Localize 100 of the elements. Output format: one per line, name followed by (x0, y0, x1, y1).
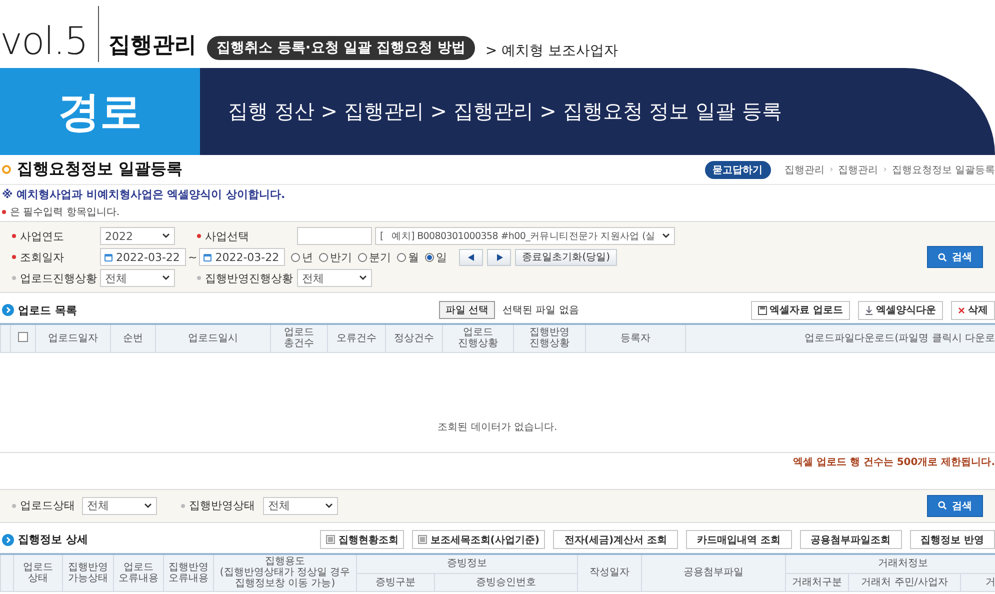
toolbar-button[interactable]: 엑셀양식다운 (858, 300, 943, 320)
caret-icon (325, 502, 333, 508)
toolbar-button[interactable]: 카드매입내역 조회 (686, 530, 792, 549)
topic-badge: 집행취소 등록·요청 일괄 집행요청 방법 (206, 36, 476, 60)
section-heading: 업로드 목록 (18, 302, 77, 318)
column-header: 집행용도 (집행반영상태가 정상일 경우 집행정보창 이동 가능) (214, 554, 356, 592)
column-header: 업로드파일다운로드(파일명 클릭시 다운로 (686, 325, 995, 352)
file-status: 선택된 파일 없음 (502, 304, 580, 317)
period-radio[interactable]: 월 (397, 250, 420, 264)
select-all-checkbox[interactable] (18, 332, 28, 342)
chevron-icon (2, 534, 14, 546)
breadcrumb-item[interactable]: 집행요청정보 일괄등록 (892, 162, 995, 176)
toolbar-button[interactable]: 집행현황조회 (320, 530, 404, 549)
column-header: 집행반영 진행상황 (514, 325, 586, 352)
calendar-icon[interactable] (203, 252, 212, 262)
caret-icon (662, 233, 670, 239)
period-radio[interactable]: 년 (291, 250, 314, 264)
section-heading: 집행정보 상세 (18, 532, 88, 547)
column-header: 업로드 진행상황 (442, 325, 514, 352)
period-radio[interactable]: 분기 (358, 250, 392, 264)
reset-date-button[interactable]: 종료일초기화(당일) (515, 248, 618, 266)
required-note: 은 필수입력 항목입니다. (10, 206, 120, 219)
calendar-icon[interactable] (104, 252, 113, 262)
column-header: 거 (960, 574, 995, 592)
required-dot-icon (2, 210, 6, 214)
file-select-button[interactable]: 파일 선택 (439, 301, 495, 319)
search-button[interactable]: 검색 (927, 246, 983, 268)
range-separator: ~ (188, 250, 198, 264)
save-icon (758, 306, 767, 314)
bullet-icon (2, 165, 11, 174)
period-radio[interactable]: 일 (425, 250, 448, 264)
column-header: 업로드 오류내용 (114, 554, 164, 592)
period-radio[interactable]: 반기 (319, 250, 352, 264)
empty-message: 조회된 데이터가 없습니다. (438, 420, 558, 434)
input-field[interactable] (297, 227, 372, 245)
date-field[interactable]: 2022-03-22 (199, 248, 286, 266)
column-header: 업로드 상태 (14, 554, 62, 592)
banner-path: 집행 정산 > 집행관리 > 집행관리 > 집행요청 정보 일괄 등록 (228, 98, 782, 125)
chevron-icon (2, 304, 14, 316)
caret-icon (144, 502, 152, 508)
list-icon (326, 535, 336, 544)
next-button[interactable] (487, 248, 512, 266)
caret-icon (162, 275, 170, 281)
field-label: 사업연도 (20, 228, 64, 244)
column-header: 거래처구분 (786, 574, 848, 592)
breadcrumb-separator: › (883, 164, 887, 174)
download-icon (865, 306, 873, 314)
column-header: 오류건수 (328, 325, 386, 352)
column-header: 등록자 (586, 325, 686, 352)
toolbar-button[interactable]: 삭제 (951, 300, 995, 320)
date-field[interactable]: 2022-03-22 (100, 248, 186, 266)
field-label: 업로드상태 (20, 498, 75, 513)
breadcrumb-item[interactable]: 집행관리 (838, 162, 878, 176)
toolbar-button[interactable]: 공용첨부파일조회 (800, 530, 902, 549)
banner-label: 경로 (58, 86, 142, 138)
search-icon (938, 501, 947, 510)
column-header: 집행반영 오류내용 (164, 554, 214, 592)
column-header: 업로드일자 (36, 325, 110, 352)
select-field[interactable]: 전체 (82, 496, 157, 514)
triangle-left-icon (468, 254, 475, 260)
column-header: 공용첨부파일 (642, 554, 786, 592)
toolbar-button[interactable]: 보조세목조회(사업기준) (412, 530, 546, 549)
limit-note: 엑셀 업로드 행 건수는 500개로 제한됩니다. (792, 456, 995, 470)
page-title: 집행요청정보 일괄등록 (17, 159, 184, 180)
breadcrumb-item[interactable]: 집행관리 (784, 162, 825, 176)
column-header: 업로드 총건수 (270, 325, 328, 352)
toolbar-button[interactable]: 전자(세금)계산서 조회 (553, 530, 678, 549)
select-field[interactable]: 전체 (100, 269, 175, 287)
previous-button[interactable] (459, 248, 484, 266)
toolbar-button[interactable]: 집행정보 반영 (910, 530, 995, 549)
search-icon (938, 252, 947, 262)
caret-icon (162, 233, 170, 239)
help-button[interactable]: 묻고답하기 (704, 160, 771, 178)
select-field[interactable]: 전체 (263, 496, 338, 514)
column-header: 집행반영 가능상태 (62, 554, 114, 592)
field-label: 사업선택 (205, 228, 249, 244)
close-icon (958, 306, 965, 314)
select-field[interactable]: 2022 (100, 227, 175, 245)
select-field[interactable]: [ 예치] B0080301000358 #h00_커뮤니티전문가 지원사업 (실 (375, 227, 675, 245)
column-header: 거래처 주민/사업자 (848, 574, 960, 592)
breadcrumb-separator: › (830, 164, 834, 174)
warning-note: ※ 예치형사업과 비예치형사업은 엑셀양식이 상이합니다. (2, 187, 286, 202)
column-group-header: 거래처정보 (786, 554, 995, 574)
field-label: 업로드진행상황 (20, 270, 97, 286)
section-title: 집행관리 (108, 32, 197, 60)
field-label: 집행반영상태 (189, 498, 255, 513)
triangle-right-icon (496, 254, 503, 260)
field-label: 조회일자 (20, 250, 64, 264)
column-header: 업로드일시 (156, 325, 270, 352)
search-button[interactable]: 검색 (927, 494, 983, 516)
list-icon (418, 535, 428, 544)
column-header: 작성일자 (578, 554, 642, 592)
column-header: 순번 (110, 325, 156, 352)
column-group-header: 증빙정보 (356, 554, 578, 574)
select-field[interactable]: 전체 (297, 269, 372, 287)
subtopic-text: > 예치형 보조사업자 (485, 42, 618, 60)
volume-title: vol.5 (0, 22, 88, 60)
toolbar-button[interactable]: 엑셀자료 업로드 (750, 300, 850, 320)
caret-icon (359, 275, 367, 281)
field-label: 집행반영진행상황 (205, 270, 293, 286)
